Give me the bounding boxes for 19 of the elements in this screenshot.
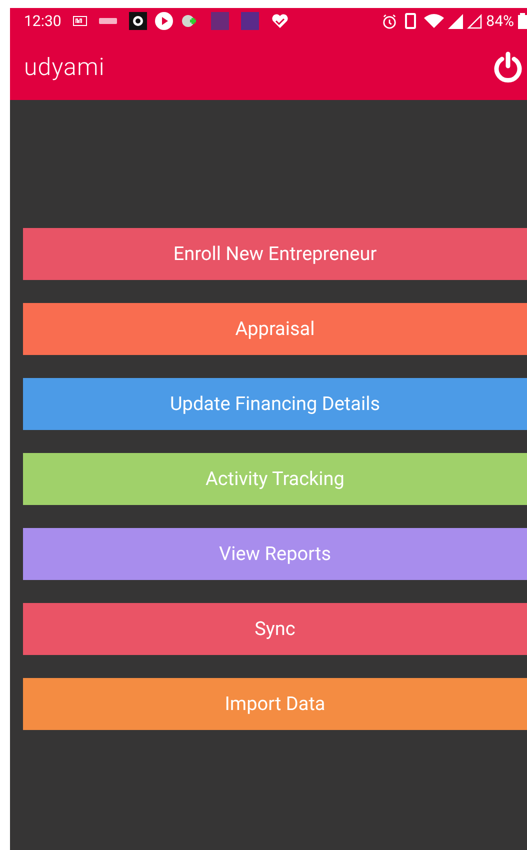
menu-button[interactable]: Update Financing Details [23,378,527,430]
battery-icon [518,13,527,29]
signal-icon [467,14,482,28]
wifi-icon [424,14,444,28]
power-icon[interactable] [493,51,523,83]
menu-button[interactable]: Enroll New Entrepreneur [23,228,527,280]
app-title: udyami [24,52,105,83]
status-time: 12:30 [24,10,62,32]
heart-icon [271,13,290,29]
play-icon [155,12,174,30]
signal-icon [448,14,464,28]
menu-button[interactable]: Sync [23,603,527,655]
alarm-icon [382,14,398,28]
phone-icon [405,13,416,29]
battery-percentage: 84% [486,10,514,32]
menu-button[interactable]: Appraisal [23,303,527,355]
menu-button[interactable]: View Reports [23,528,527,580]
menu-button[interactable]: Import Data [23,678,527,730]
menu-button[interactable]: Activity Tracking [23,453,527,505]
